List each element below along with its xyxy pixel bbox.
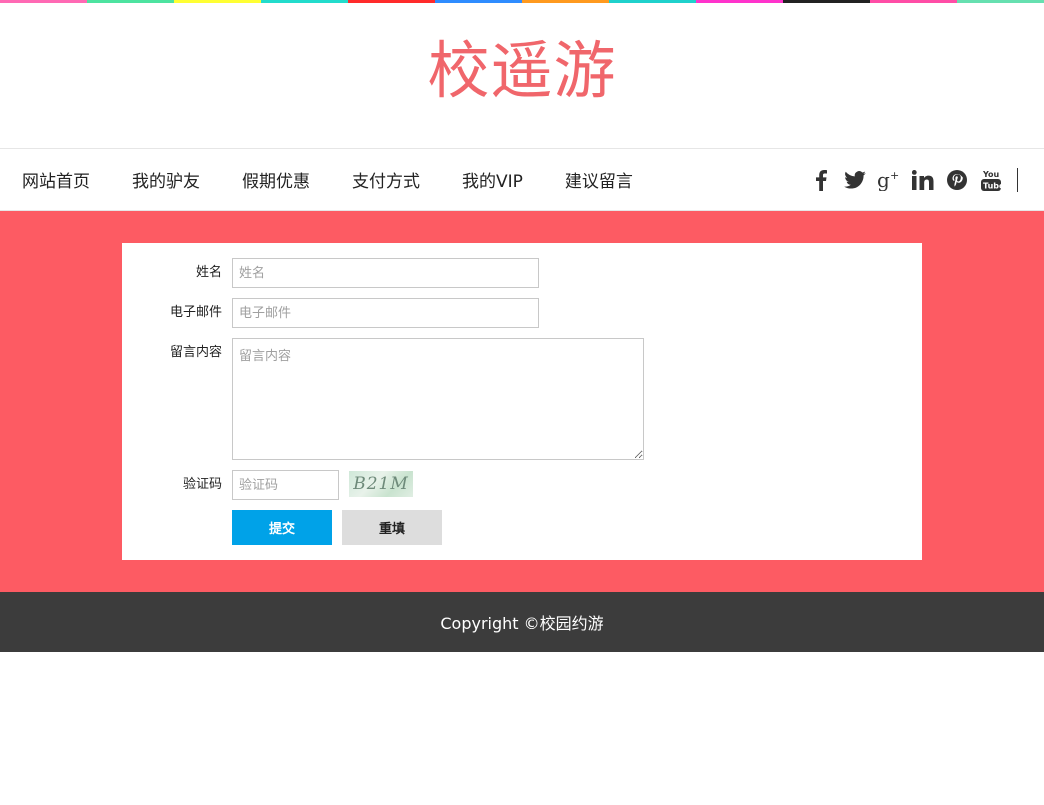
message-textarea[interactable] — [232, 338, 644, 460]
nav-links: 网站首页 我的驴友 假期优惠 支付方式 我的VIP 建议留言 — [22, 149, 675, 210]
captcha-label: 验证码 — [182, 477, 222, 492]
nav-link-feedback[interactable]: 建议留言 — [565, 167, 633, 192]
facebook-icon[interactable] — [809, 168, 833, 192]
svg-text:g: g — [877, 169, 890, 191]
reset-button[interactable]: 重填 — [342, 510, 442, 545]
name-input[interactable] — [232, 258, 539, 288]
twitter-icon[interactable] — [843, 168, 867, 192]
nav-bar: 网站首页 我的驴友 假期优惠 支付方式 我的VIP 建议留言 g + You Tub… — [0, 148, 1044, 211]
submit-button[interactable]: 提交 — [232, 510, 332, 545]
message-label: 留言内容 — [169, 345, 222, 360]
captcha-input[interactable] — [232, 470, 339, 500]
nav-link-vip[interactable]: 我的VIP — [462, 167, 523, 192]
logo-area: 校遥游 — [0, 3, 1044, 148]
footer: Copyright ©校园约游 — [0, 592, 1044, 652]
pinterest-icon[interactable] — [945, 168, 969, 192]
youtube-icon[interactable]: You Tube — [979, 168, 1003, 192]
svg-text:Tube: Tube — [983, 181, 1001, 190]
svg-text:You: You — [982, 170, 1000, 179]
linkedin-icon[interactable] — [911, 168, 935, 192]
captcha-image[interactable]: B21M — [349, 471, 413, 497]
nav-link-home[interactable]: 网站首页 — [22, 167, 90, 192]
email-input[interactable] — [232, 298, 539, 328]
nav-divider — [1017, 167, 1018, 192]
name-label: 姓名 — [195, 265, 222, 280]
site-logo[interactable]: 校遥游 — [427, 39, 616, 102]
google-plus-icon[interactable]: g + — [877, 168, 901, 192]
nav-link-deals[interactable]: 假期优惠 — [242, 167, 310, 192]
main-section: 姓名 电子邮件 留言内容 验证码 B21M 提交 重填 — [0, 211, 1044, 592]
nav-link-payment[interactable]: 支付方式 — [352, 167, 420, 192]
nav-link-friends[interactable]: 我的驴友 — [132, 167, 200, 192]
svg-text:+: + — [890, 169, 899, 182]
social-links: g+ You Tube — [799, 149, 1018, 210]
feedback-form: 姓名 电子邮件 留言内容 验证码 B21M 提交 重填 — [122, 243, 922, 560]
copyright-text: Copyright ©校园约游 — [440, 614, 604, 633]
email-label: 电子邮件 — [169, 305, 222, 320]
